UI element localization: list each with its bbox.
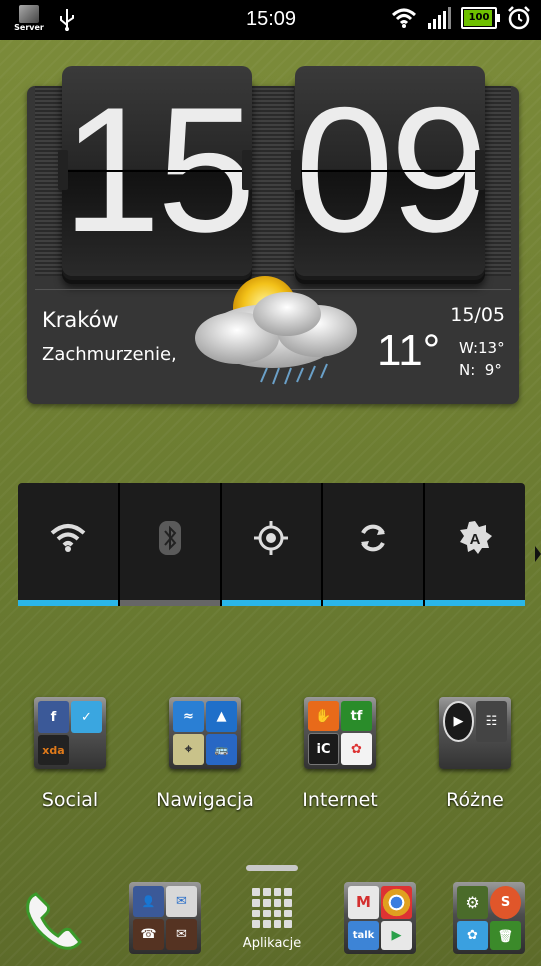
transit-icon: 🚌 bbox=[206, 734, 237, 765]
gmail-icon: M bbox=[348, 886, 379, 919]
weather-high: W:13° bbox=[459, 339, 505, 357]
facebook-icon: f bbox=[38, 701, 69, 733]
empty-slot bbox=[476, 744, 507, 766]
tasks-icon: ✓ bbox=[71, 701, 102, 733]
wifi-icon bbox=[50, 523, 86, 552]
toggle-wifi[interactable] bbox=[18, 483, 120, 606]
toggle-indicator bbox=[425, 600, 525, 606]
status-bar: Server 15:09 100 bbox=[0, 0, 541, 40]
play-icon: ▶ bbox=[443, 701, 474, 742]
navigation-icon: ▲ bbox=[206, 701, 237, 732]
folder-label-misc: Różne bbox=[446, 789, 504, 811]
power-control-widget: A bbox=[18, 483, 525, 606]
sync-icon bbox=[361, 524, 386, 551]
app-drawer-label[interactable]: Aplikacje bbox=[236, 936, 308, 951]
toggle-indicator bbox=[18, 600, 118, 606]
folder-navigation[interactable]: ≈ ▲ ⌖ 🚌 bbox=[169, 697, 241, 769]
toggle-gps[interactable] bbox=[221, 483, 324, 606]
swift-icon: S bbox=[490, 886, 521, 919]
settings-icon: ⚙ bbox=[457, 886, 488, 919]
radio-icon: ☷ bbox=[476, 701, 507, 742]
server-label: Server bbox=[14, 23, 44, 32]
dock-handle[interactable] bbox=[246, 865, 298, 871]
battery-level: 100 bbox=[468, 12, 490, 23]
hinge bbox=[242, 150, 252, 190]
toggle-indicator bbox=[221, 600, 322, 606]
weather-city: Kraków bbox=[42, 308, 119, 332]
folder-label-navigation: Nawigacja bbox=[156, 789, 254, 811]
toggle-bluetooth[interactable] bbox=[119, 483, 222, 606]
empty-slot bbox=[71, 735, 102, 765]
wifi-signal-icon bbox=[391, 8, 417, 28]
dock-folder-tools[interactable]: ⚙ S ✿ 🗑 bbox=[453, 882, 525, 954]
toggle-indicator bbox=[323, 600, 424, 606]
alarm-icon bbox=[508, 6, 530, 30]
weather-high-low: W:13° N: 9° bbox=[459, 337, 505, 381]
flower-app-icon: ✿ bbox=[341, 733, 372, 765]
hand-app-icon: ✋ bbox=[308, 701, 339, 731]
dock-folder-google[interactable]: M talk ▶ bbox=[344, 882, 416, 954]
usb-icon bbox=[60, 9, 74, 31]
cloudy-rain-weather-icon bbox=[195, 276, 357, 385]
photo-app-icon: ✿ bbox=[457, 921, 488, 950]
status-time: 15:09 bbox=[246, 8, 297, 30]
minutes-flip-card: 09 bbox=[295, 66, 489, 276]
messages-icon: ✉ bbox=[166, 886, 197, 917]
app-drawer-icon[interactable] bbox=[252, 888, 292, 928]
page-edge-arrow-icon bbox=[535, 546, 541, 562]
weather-condition: Zachmurzenie, bbox=[42, 344, 177, 365]
toggle-indicator bbox=[119, 600, 220, 606]
folder-internet[interactable]: ✋ tf iC ✿ bbox=[304, 697, 376, 769]
talk-icon: talk bbox=[348, 920, 379, 950]
folder-misc[interactable]: ▶ ☷ bbox=[439, 697, 511, 769]
phone-icon[interactable] bbox=[22, 888, 88, 952]
svg-text:A: A bbox=[470, 531, 481, 548]
cell-signal-icon bbox=[428, 7, 451, 29]
xda-icon: xda bbox=[38, 735, 69, 765]
local-map-icon: ⌖ bbox=[173, 734, 204, 765]
folder-label-internet: Internet bbox=[302, 789, 378, 811]
brightness-auto-icon: A bbox=[460, 520, 493, 554]
status-bar-right: 100 bbox=[391, 6, 531, 30]
toggle-sync[interactable] bbox=[323, 483, 426, 606]
hinge bbox=[475, 150, 485, 190]
empty-slot bbox=[443, 744, 474, 766]
ic-icon: iC bbox=[308, 733, 339, 765]
contact-photo-icon: ☎ bbox=[133, 919, 164, 950]
trash-icon: 🗑 bbox=[490, 921, 521, 950]
battery-icon: 100 bbox=[461, 7, 500, 29]
dock-folder-contacts[interactable]: 👤 ✉ ☎ ✉ bbox=[129, 882, 201, 954]
speaker-grille-center bbox=[252, 86, 294, 276]
hinge bbox=[291, 150, 301, 190]
server-app-icon: Server bbox=[14, 5, 44, 35]
play-store-icon: ▶ bbox=[381, 920, 412, 950]
weather-date: 15/05 bbox=[450, 304, 505, 326]
status-bar-left: Server bbox=[14, 5, 76, 35]
weather-temperature: 11° bbox=[377, 326, 441, 375]
tf-icon: tf bbox=[341, 701, 372, 731]
chrome-icon bbox=[381, 886, 412, 919]
clock-weather-widget[interactable]: 15 09 Kraków Zachmurzenie, 15/05 11° W:1… bbox=[27, 66, 519, 404]
bluetooth-icon bbox=[158, 520, 181, 555]
maps-icon: ≈ bbox=[173, 701, 204, 732]
dock: 👤 ✉ ☎ ✉ Aplikacje M talk ▶ ⚙ S ✿ 🗑 bbox=[0, 876, 541, 966]
hinge bbox=[58, 150, 68, 190]
folder-social[interactable]: f ✓ xda bbox=[34, 697, 106, 769]
contacts-icon: 👤 bbox=[133, 886, 164, 917]
toggle-brightness[interactable]: A bbox=[425, 483, 525, 606]
hours-flip-card: 15 bbox=[62, 66, 256, 276]
weather-low: N: 9° bbox=[459, 361, 502, 379]
gps-icon bbox=[254, 520, 289, 555]
contact-photo2-icon: ✉ bbox=[166, 919, 197, 950]
folder-label-social: Social bbox=[41, 789, 99, 811]
